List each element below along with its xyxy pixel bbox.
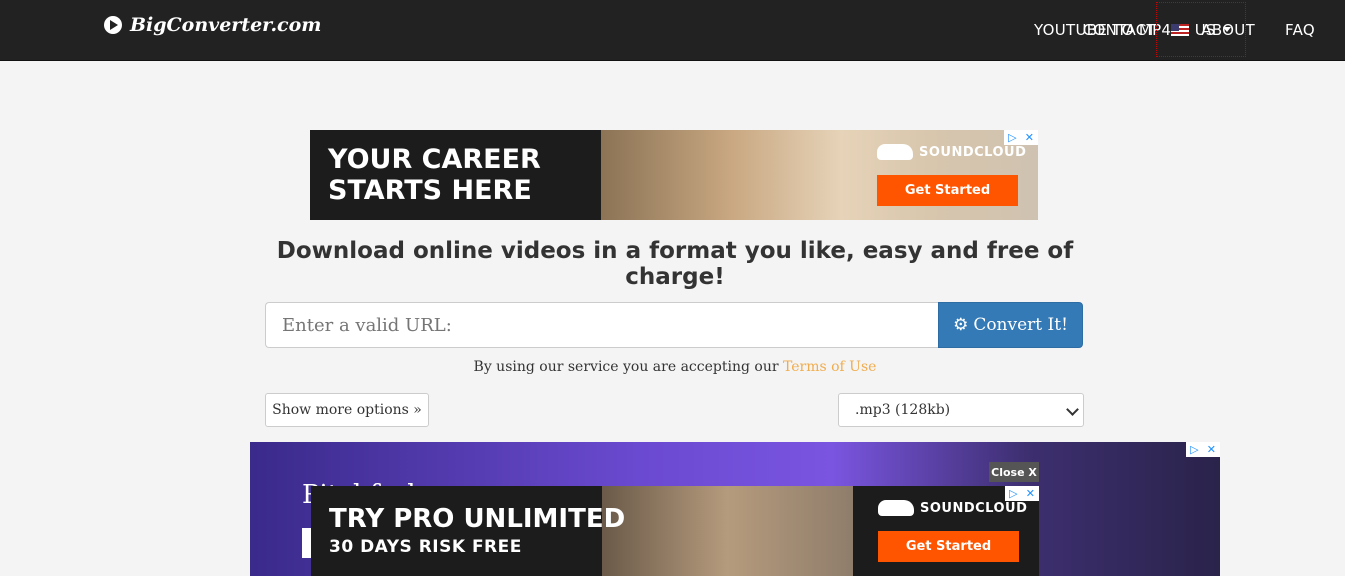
ad-headline: YOUR CAREER STARTS HERE: [328, 144, 541, 206]
ad-get-started-button[interactable]: Get Started: [877, 175, 1018, 206]
brand-logo[interactable]: BigConverter.com: [104, 14, 321, 36]
soundcloud-logo: SOUNDCLOUD: [877, 144, 1026, 160]
top-navbar: BigConverter.com YOUTUBE TO MP4 ABOUT FA…: [0, 0, 1345, 61]
terms-notice: By using our service you are accepting o…: [473, 359, 877, 375]
adchoices-icon[interactable]: ▷ ✕: [1004, 130, 1038, 145]
us-flag-icon: [1170, 23, 1189, 36]
ad-photo: [602, 486, 853, 576]
convert-button[interactable]: ⚙ Convert It!: [938, 302, 1083, 348]
format-select[interactable]: .mp3 (128kb): [838, 393, 1084, 427]
gears-icon: ⚙: [953, 315, 969, 335]
nav-faq[interactable]: FAQ: [1285, 21, 1315, 39]
terms-link[interactable]: Terms of Use: [783, 359, 876, 375]
ad-get-started-button[interactable]: Get Started: [878, 531, 1019, 562]
caret-down-icon: [1223, 27, 1232, 32]
language-label: US: [1194, 20, 1216, 39]
cloud-icon: [877, 144, 913, 160]
play-icon: [104, 16, 122, 34]
chevron-down-icon: [1066, 403, 1079, 416]
cloud-icon: [878, 500, 914, 516]
close-ad-button[interactable]: Close X: [989, 462, 1039, 482]
top-ad-banner[interactable]: YOUR CAREER STARTS HERE SOUNDCLOUD Get S…: [310, 130, 1038, 220]
ad-subheadline: 30 DAYS RISK FREE: [329, 537, 522, 557]
ad-headline: TRY PRO UNLIMITED: [329, 504, 626, 534]
page-headline: Download online videos in a format you l…: [276, 238, 1074, 290]
adchoices-icon[interactable]: ▷ ✕: [1186, 442, 1220, 457]
show-more-options-button[interactable]: Show more options »: [265, 393, 429, 427]
adchoices-icon[interactable]: ▷ ✕: [1005, 486, 1039, 501]
soundcloud-logo: SOUNDCLOUD: [878, 500, 1027, 516]
language-dropdown[interactable]: US: [1156, 2, 1246, 57]
overlay-ad-banner[interactable]: TRY PRO UNLIMITED 30 DAYS RISK FREE SOUN…: [311, 486, 1039, 576]
nav-contact[interactable]: CONTACT: [1083, 21, 1156, 39]
url-input[interactable]: [265, 302, 938, 348]
brand-name: BigConverter.com: [130, 14, 322, 36]
